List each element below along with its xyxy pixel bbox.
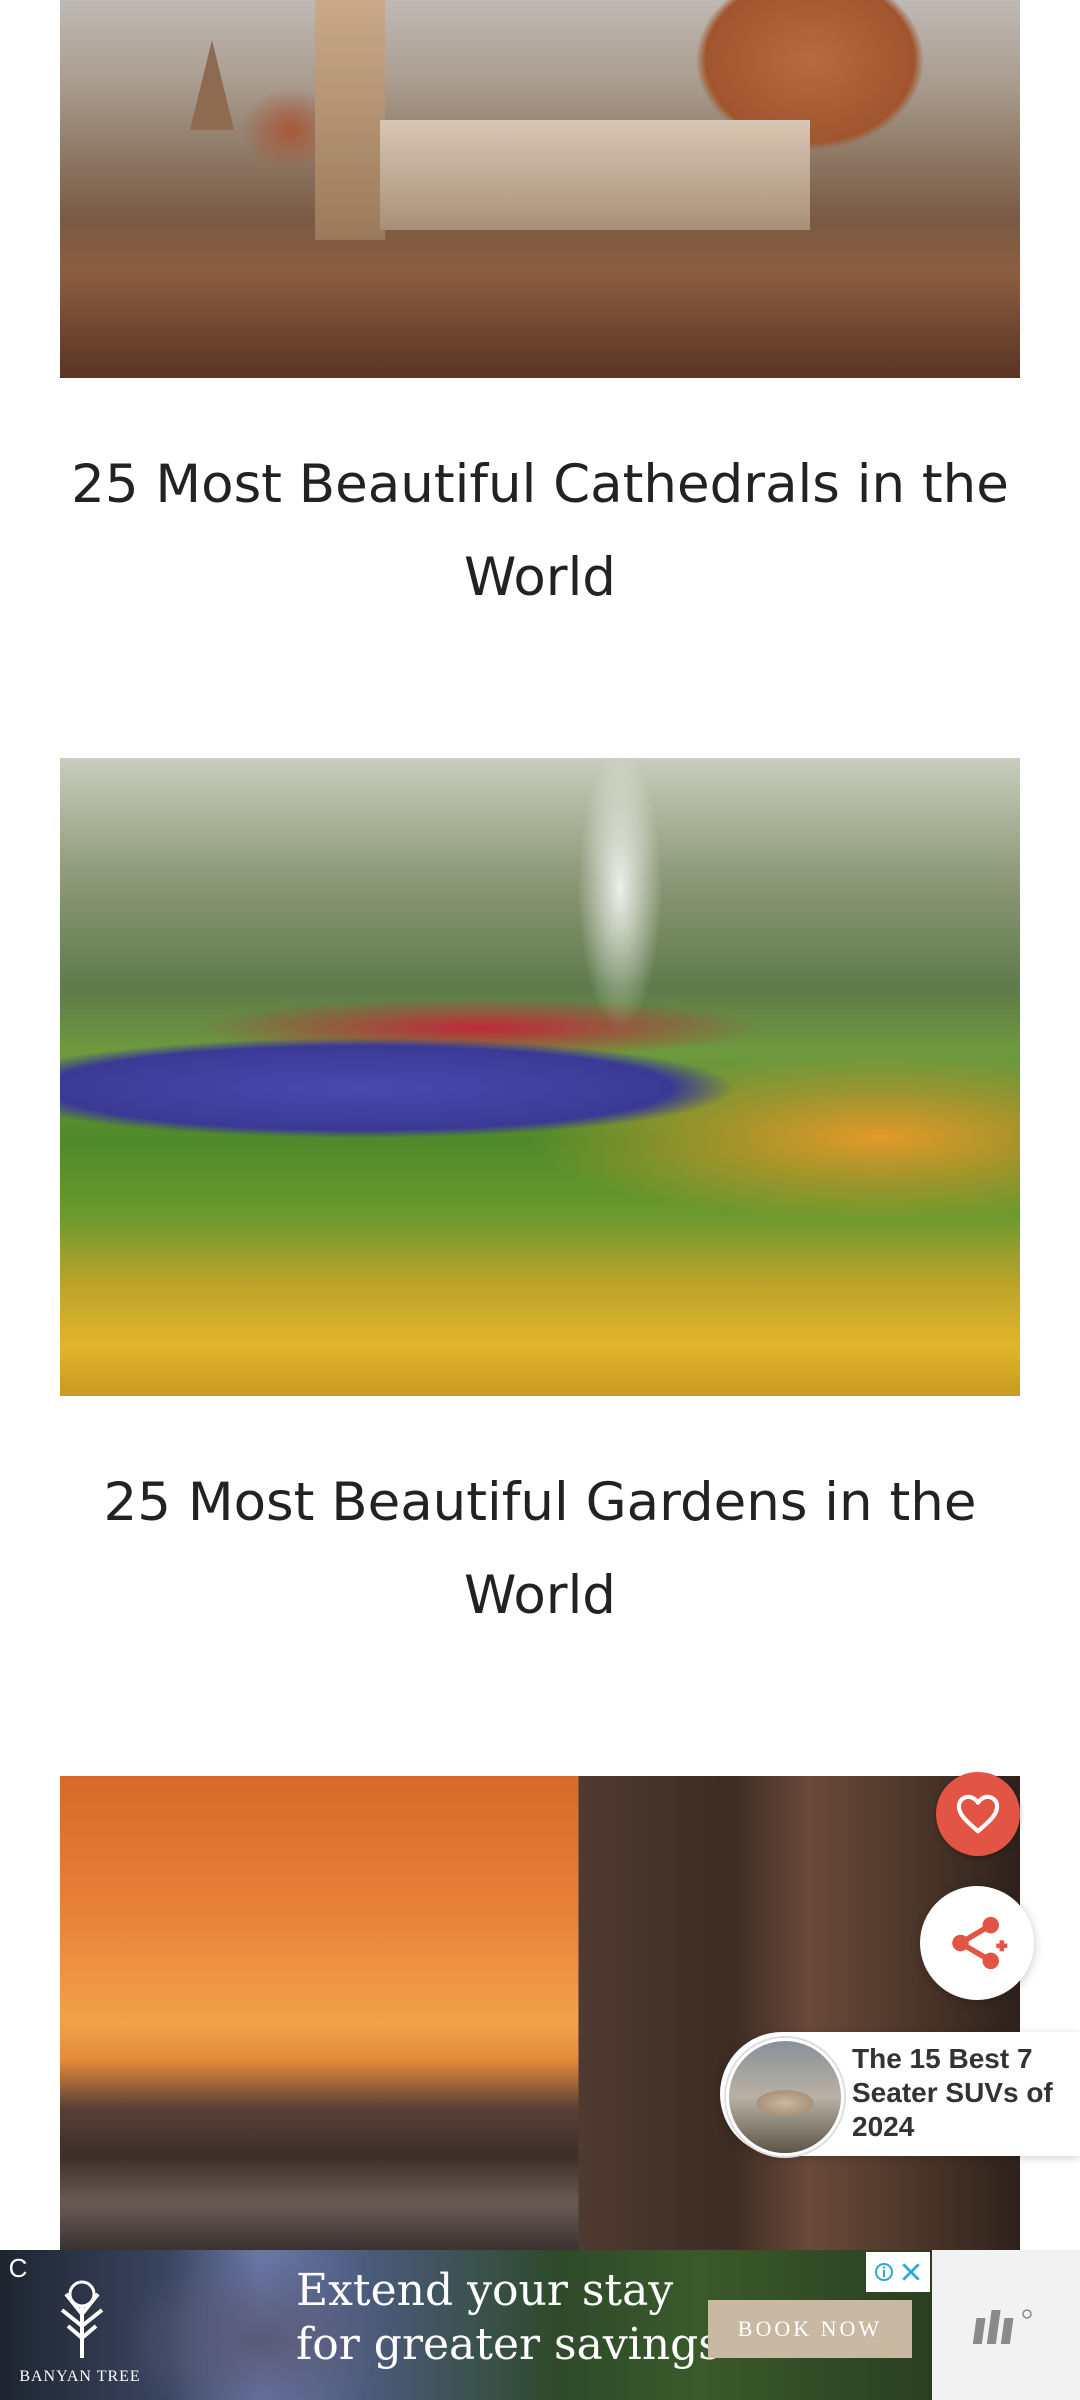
garden-photo[interactable] xyxy=(60,758,1020,1396)
book-now-button[interactable]: BOOK NOW xyxy=(708,2300,912,2358)
ad-headline: Extend your stay for greater savings xyxy=(296,2264,726,2372)
promo-title: The 15 Best 7 Seater SUVs of 2024 xyxy=(852,2043,1053,2142)
ad-corner-mark: C xyxy=(8,2253,28,2283)
suv-thumbnail xyxy=(726,2038,844,2156)
bell-tower xyxy=(315,0,385,240)
hotel-sunset-photo[interactable] xyxy=(60,1776,1020,2250)
recommended-article-pill[interactable]: The 15 Best 7 Seater SUVs of 2024 xyxy=(720,2032,1080,2156)
cathedral-nave xyxy=(380,120,810,230)
ad-info-icon[interactable] xyxy=(874,2262,894,2282)
heart-icon xyxy=(956,1794,1000,1834)
ad-sidebar xyxy=(932,2250,1080,2400)
ad-close-control[interactable] xyxy=(866,2252,930,2292)
ad-brand: BANYAN TREE xyxy=(19,2368,141,2385)
ad-banner[interactable]: BANYAN TREE Extend your stay for greater… xyxy=(0,2250,932,2400)
favorite-button[interactable] xyxy=(936,1772,1020,1856)
tree-logo-icon xyxy=(60,2280,104,2358)
ad-headline-line1: Extend your stay xyxy=(296,2265,674,2316)
article-title-cathedrals[interactable]: 25 Most Beautiful Cathedrals in the Worl… xyxy=(40,438,1040,624)
article-title-gardens[interactable]: 25 Most Beautiful Gardens in the World xyxy=(40,1456,1040,1642)
share-button[interactable] xyxy=(920,1886,1034,2000)
cathedral-photo[interactable] xyxy=(60,0,1020,378)
ad-network-logo-icon xyxy=(972,2309,1032,2344)
share-icon xyxy=(952,1916,1008,1970)
cathedral-spire xyxy=(190,40,234,130)
ad-headline-line2: for greater savings xyxy=(296,2319,721,2370)
close-icon[interactable] xyxy=(900,2261,922,2283)
